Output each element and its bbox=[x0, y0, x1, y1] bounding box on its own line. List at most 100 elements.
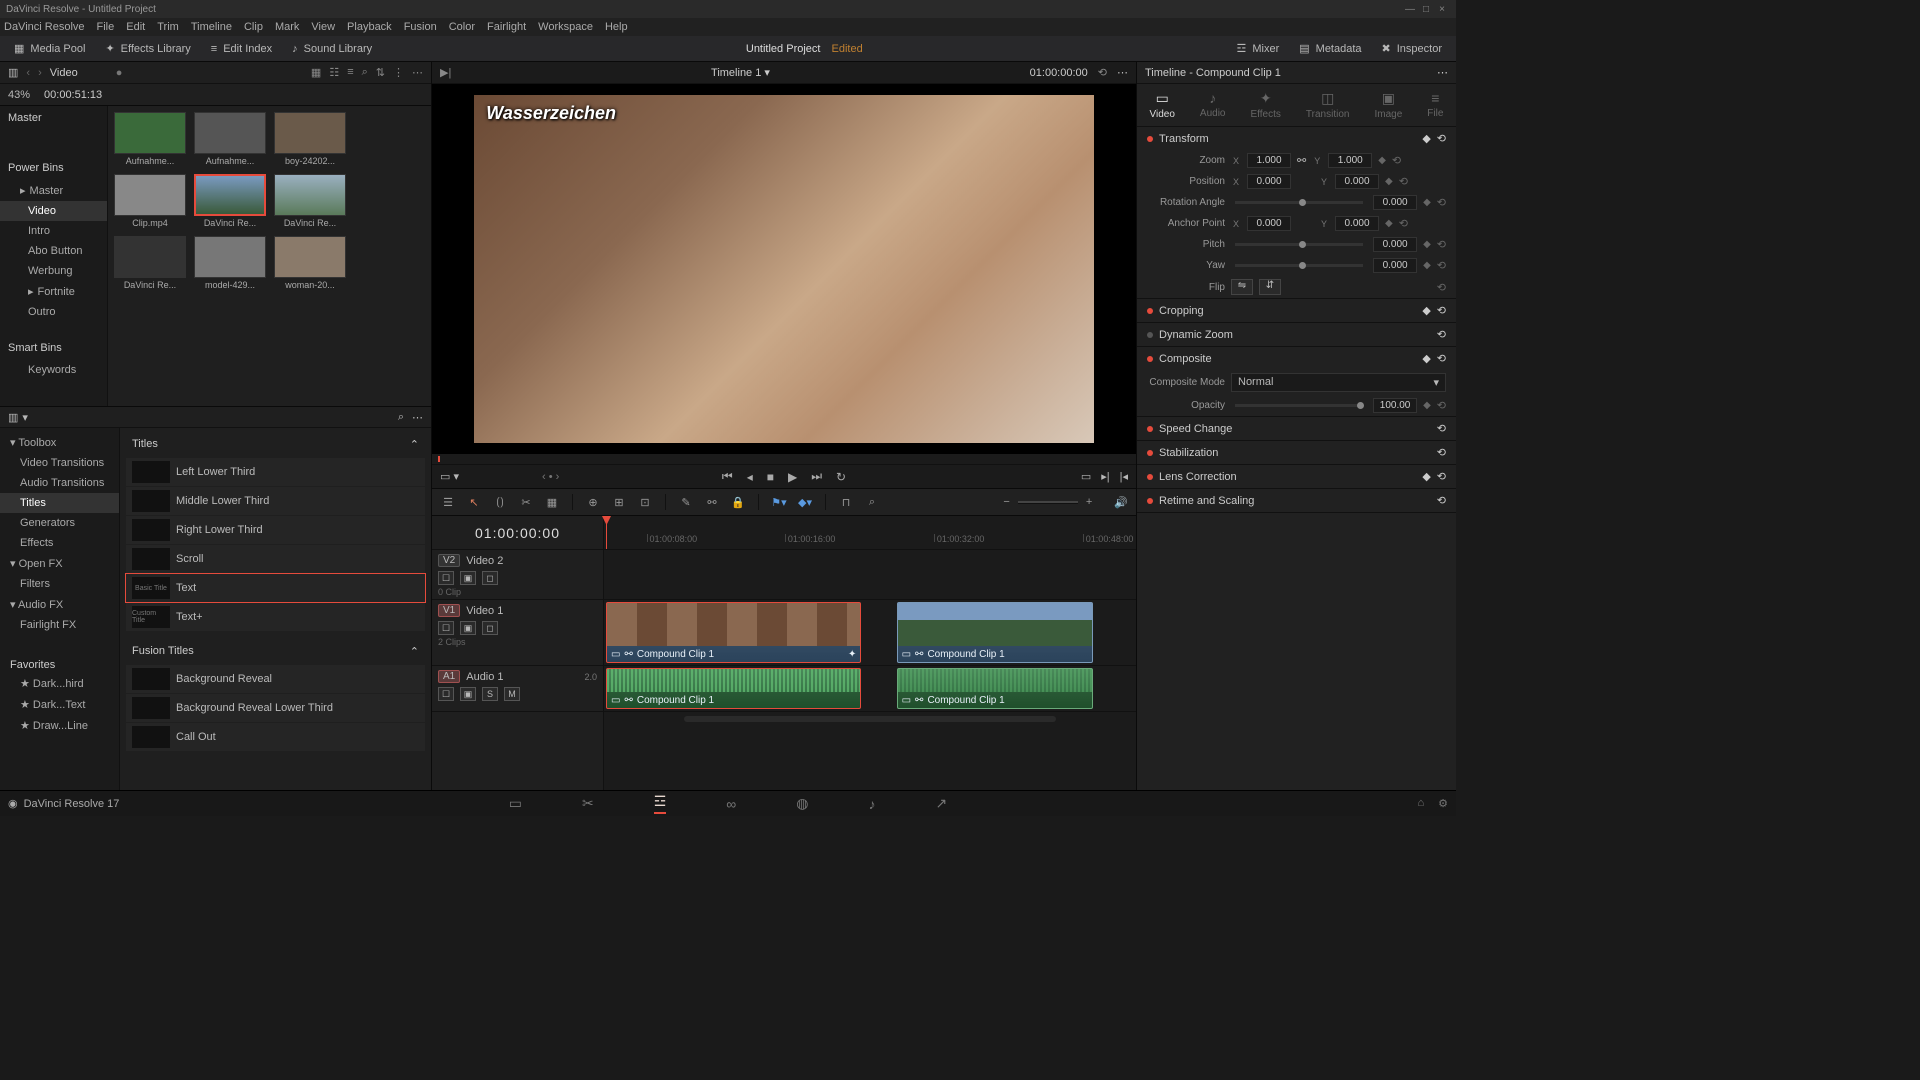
zoom-pct[interactable]: 43% bbox=[8, 89, 30, 101]
tree-effects[interactable]: Effects bbox=[0, 533, 119, 553]
bin-werbung[interactable]: Werbung bbox=[0, 261, 107, 281]
flip-v-button[interactable]: ⇵ bbox=[1259, 279, 1281, 295]
pos-y-field[interactable]: 0.000 bbox=[1335, 174, 1379, 189]
opacity-slider[interactable] bbox=[1235, 404, 1363, 407]
menu-item[interactable]: View bbox=[311, 21, 335, 33]
section-composite[interactable]: Composite◆⟲ bbox=[1137, 347, 1456, 370]
track-v1[interactable]: ▭⚯Compound Clip 1✦ ▭⚯Compound Clip 1 bbox=[604, 600, 1136, 666]
next-edit-icon[interactable]: ▸| bbox=[1101, 470, 1109, 483]
nav-back-icon[interactable]: ‹ bbox=[26, 67, 30, 79]
video-clip[interactable]: ▭⚯Compound Clip 1✦ bbox=[606, 602, 861, 663]
timeline-scrollbar[interactable] bbox=[684, 716, 1056, 722]
minimize-icon[interactable]: — bbox=[1402, 4, 1418, 15]
stop-icon[interactable]: ■ bbox=[767, 470, 774, 484]
page-media[interactable]: ▭ bbox=[509, 795, 522, 812]
more-icon[interactable]: ⋯ bbox=[1437, 66, 1448, 79]
menu-item[interactable]: Clip bbox=[244, 21, 263, 33]
clip-thumb[interactable]: DaVinci Re... bbox=[194, 174, 266, 228]
bin-outro[interactable]: Outro bbox=[0, 302, 107, 322]
search-icon[interactable]: ⌕ bbox=[398, 411, 404, 424]
master-bin[interactable]: Master bbox=[0, 106, 107, 130]
pitch-field[interactable]: 0.000 bbox=[1373, 237, 1417, 252]
snap-icon[interactable]: ⊓ bbox=[838, 494, 854, 510]
menu-item[interactable]: Color bbox=[449, 21, 475, 33]
media-pool-toggle[interactable]: ▦Media Pool bbox=[8, 40, 91, 57]
first-frame-icon[interactable]: ▶| bbox=[440, 66, 451, 79]
link-icon[interactable]: ⚯ bbox=[1297, 154, 1306, 167]
page-color[interactable]: ◍ bbox=[796, 795, 808, 812]
effects-library-toggle[interactable]: ✦Effects Library bbox=[99, 40, 196, 57]
tree-openfx[interactable]: ▾ Open FX bbox=[0, 553, 119, 574]
page-cut[interactable]: ✂ bbox=[582, 795, 594, 812]
fav-item[interactable]: ★ Dark...hird bbox=[0, 673, 119, 694]
match-frame-icon[interactable]: ▭ bbox=[1081, 470, 1091, 483]
insert-clip-icon[interactable]: ⊕ bbox=[585, 494, 601, 510]
chevron-down-icon[interactable]: ▾ bbox=[764, 67, 770, 79]
metadata-toggle[interactable]: ▤Metadata bbox=[1293, 40, 1367, 57]
lock-icon[interactable]: ☐ bbox=[438, 571, 454, 585]
menu-item[interactable]: Help bbox=[605, 21, 628, 33]
zoom-tool-icon[interactable]: ⌕ bbox=[864, 494, 880, 510]
anchor-y-field[interactable]: 0.000 bbox=[1335, 216, 1379, 231]
link-icon[interactable]: ⚯ bbox=[704, 494, 720, 510]
mini-playhead[interactable] bbox=[438, 456, 440, 462]
zoom-y-field[interactable]: 1.000 bbox=[1328, 153, 1372, 168]
audio-clip[interactable]: ▭⚯Compound Clip 1 bbox=[606, 668, 861, 709]
page-edit[interactable]: ☲ bbox=[654, 793, 667, 814]
menu-item[interactable]: DaVinci Resolve bbox=[4, 21, 85, 33]
fusion-title-item[interactable]: Background Reveal bbox=[126, 665, 425, 693]
power-bins-header[interactable]: Power Bins bbox=[0, 156, 107, 180]
pos-x-field[interactable]: 0.000 bbox=[1247, 174, 1291, 189]
menu-item[interactable]: Workspace bbox=[538, 21, 593, 33]
title-item[interactable]: Left Lower Third bbox=[126, 458, 425, 486]
menu-item[interactable]: Timeline bbox=[191, 21, 232, 33]
audio-icon[interactable]: 🔊 bbox=[1114, 496, 1128, 509]
step-back-icon[interactable]: ◂ bbox=[747, 470, 753, 484]
tab-transition[interactable]: ◫Transition bbox=[1306, 90, 1350, 120]
menu-item[interactable]: File bbox=[97, 21, 115, 33]
filter-icon[interactable]: ⋮ bbox=[393, 66, 404, 79]
gear-icon[interactable]: ⚙ bbox=[1438, 797, 1448, 810]
rotation-field[interactable]: 0.000 bbox=[1373, 195, 1417, 210]
section-lens[interactable]: Lens Correction◆⟲ bbox=[1137, 465, 1456, 488]
edit-index-toggle[interactable]: ≡Edit Index bbox=[205, 41, 278, 57]
marker-icon[interactable]: ◆▾ bbox=[797, 494, 813, 510]
timeline-name[interactable]: Timeline 1 bbox=[711, 67, 761, 79]
title-item-text[interactable]: Basic TitleText bbox=[126, 574, 425, 602]
inspector-toggle[interactable]: ✖Inspector bbox=[1376, 40, 1448, 57]
title-item[interactable]: Custom TitleText+ bbox=[126, 603, 425, 631]
zoom-in-icon[interactable]: + bbox=[1086, 496, 1092, 508]
strip-view-icon[interactable]: ☷ bbox=[329, 66, 339, 79]
more-icon[interactable]: ⋯ bbox=[1117, 66, 1128, 79]
clip-thumb[interactable]: Aufnahme... bbox=[194, 112, 266, 166]
viewer[interactable]: Wasserzeichen bbox=[432, 84, 1136, 454]
bin-fortnite[interactable]: ▸ Fortnite bbox=[0, 281, 107, 302]
bin-video[interactable]: Video bbox=[0, 201, 107, 221]
track-header-a1[interactable]: A1Audio 12.0 ☐▣SM bbox=[432, 666, 603, 712]
clip-thumb[interactable]: DaVinci Re... bbox=[274, 174, 346, 228]
yaw-slider[interactable] bbox=[1235, 264, 1363, 267]
tab-file[interactable]: ≡File bbox=[1427, 90, 1443, 120]
fusion-title-item[interactable]: Call Out bbox=[126, 723, 425, 751]
close-icon[interactable]: × bbox=[1434, 4, 1450, 15]
pool-view-icon[interactable]: ▥ bbox=[8, 66, 18, 79]
chevron-down-icon[interactable]: ▾ bbox=[22, 411, 28, 424]
zoom-x-field[interactable]: 1.000 bbox=[1247, 153, 1291, 168]
tree-toolbox[interactable]: ▾ Toolbox bbox=[0, 432, 119, 453]
keyframe-icon[interactable]: ◆ bbox=[1422, 132, 1430, 145]
composite-mode-select[interactable]: Normal▾ bbox=[1231, 373, 1446, 392]
insert-icon[interactable]: ▦ bbox=[544, 494, 560, 510]
lock-icon[interactable]: 🔒 bbox=[730, 494, 746, 510]
fx-view-icon[interactable]: ▥ bbox=[8, 411, 18, 424]
page-deliver[interactable]: ↗ bbox=[936, 795, 948, 812]
tree-generators[interactable]: Generators bbox=[0, 513, 119, 533]
list-view-icon[interactable]: ≡ bbox=[347, 66, 353, 79]
disable-icon[interactable]: ◻ bbox=[482, 571, 498, 585]
trim-tool-icon[interactable]: ⟮⟯ bbox=[492, 494, 508, 510]
clip-thumb[interactable]: woman-20... bbox=[274, 236, 346, 290]
breadcrumb[interactable]: Video bbox=[50, 67, 78, 79]
nav-fwd-icon[interactable]: › bbox=[38, 67, 42, 79]
page-fairlight[interactable]: ♪ bbox=[869, 796, 876, 812]
tab-image[interactable]: ▣Image bbox=[1374, 90, 1402, 120]
tree-audiofx[interactable]: ▾ Audio FX bbox=[0, 594, 119, 615]
